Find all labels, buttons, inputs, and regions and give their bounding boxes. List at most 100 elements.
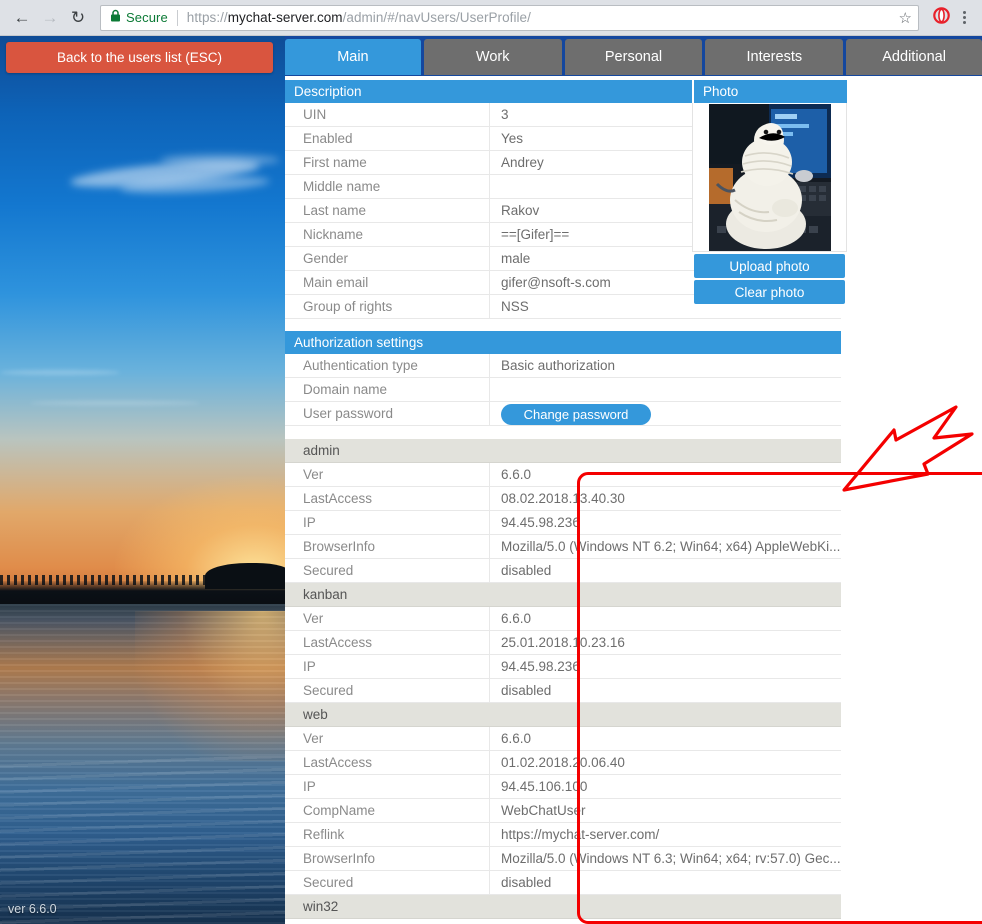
url-text: https://mychat-server.com/admin/#/navUse… (187, 10, 893, 25)
session-row-value: 6.6.0 (501, 611, 532, 626)
session-row-label: BrowserInfo (285, 847, 490, 870)
clear-photo-button[interactable]: Clear photo (694, 280, 845, 304)
background-ripples (0, 756, 285, 924)
session-row-label: LastAccess (285, 631, 490, 654)
session-row-value: 25.01.2018.10.23.16 (501, 635, 625, 650)
session-row-value: https://mychat-server.com/ (501, 827, 660, 842)
session-row-value: disabled (501, 563, 552, 578)
authorization-header: Authorization settings (285, 331, 841, 354)
opera-vpn-icon[interactable] (933, 6, 950, 29)
upload-photo-button[interactable]: Upload photo (694, 254, 845, 278)
user-password-row: User password Change password (285, 402, 841, 426)
reload-icon[interactable]: ↻ (64, 4, 92, 32)
table-row: Ver 6.6.0 (285, 463, 841, 487)
url-scheme: https:// (186, 10, 228, 25)
description-row-label: Middle name (285, 175, 490, 198)
version-label: ver 6.6.0 (8, 902, 57, 916)
change-password-button[interactable]: Change password (501, 403, 651, 425)
session-row-value: disabled (501, 683, 552, 698)
authorization-row-label: Authentication type (285, 354, 490, 377)
session-row-value: 94.45.98.236 (501, 659, 580, 674)
session-row-label: Ver (285, 727, 490, 750)
session-row-label: IP (285, 655, 490, 678)
table-row: Authentication type Basic authorization (285, 354, 841, 378)
table-row: Secured disabled (285, 559, 841, 583)
sidebar: Back to the users list (ESC) ver 6.6.0 (0, 36, 285, 924)
table-row: LastAccess 01.02.2018.20.06.40 (285, 751, 841, 775)
table-row: Reflink https://mychat-server.com/ (285, 823, 841, 847)
photo-frame (692, 103, 847, 252)
session-row-value: Mozilla/5.0 (Windows NT 6.2; Win64; x64)… (501, 539, 841, 554)
session-row-label: Secured (285, 871, 490, 894)
lock-icon (110, 9, 121, 27)
photo-header: Photo (692, 80, 847, 103)
star-icon[interactable]: ☆ (899, 9, 912, 27)
authorization-row-value (490, 378, 841, 401)
session-row-label: Secured (285, 559, 490, 582)
authorization-section: Authorization settings Authentication ty… (285, 331, 841, 426)
session-group-header: win32 (285, 895, 841, 919)
back-icon[interactable]: ← (8, 4, 36, 32)
authorization-table: Authentication type Basic authorization Do… (285, 354, 841, 402)
session-row-label: Secured (285, 679, 490, 702)
table-row: IP 94.45.106.100 (285, 775, 841, 799)
user-password-label: User password (285, 402, 490, 425)
session-row-label: IP (285, 775, 490, 798)
session-row-label: Ver (285, 607, 490, 630)
description-row-label: Group of rights (285, 295, 490, 318)
tab-main[interactable]: Main (285, 39, 421, 75)
session-row-label: BrowserInfo (285, 535, 490, 558)
description-row-label: Nickname (285, 223, 490, 246)
session-row-label: Ver (285, 463, 490, 486)
url-host: mychat-server.com (227, 10, 343, 25)
description-row-label: Last name (285, 199, 490, 222)
session-row-value: 6.6.0 (501, 467, 532, 482)
session-row-label: Reflink (285, 823, 490, 846)
tab-additional[interactable]: Additional (846, 39, 982, 75)
description-row-label: UIN (285, 103, 490, 126)
table-row: BrowserInfo Mozilla/5.0 (Windows NT 6.2; … (285, 535, 841, 559)
session-row-label: LastAccess (285, 487, 490, 510)
app-window: Back to the users list (ESC) ver 6.6.0 M… (0, 36, 982, 924)
table-row: LastAccess 08.02.2018.13.40.30 (285, 487, 841, 511)
table-row: Ver 6.6.0 (285, 607, 841, 631)
session-row-value: 01.02.2018.20.06.40 (501, 755, 625, 770)
table-row: IP 94.45.98.236 (285, 511, 841, 535)
sessions-section: admin Ver 6.6.0 LastAccess 08.02.2018.13.40.… (285, 439, 841, 919)
session-row-label: IP (285, 511, 490, 534)
photo-panel: Photo Upload photo Clear photo (692, 80, 847, 304)
secure-label: Secure (126, 10, 168, 25)
authorization-row-value: Basic authorization (501, 358, 616, 373)
table-row: Ver 6.6.0 (285, 727, 841, 751)
table-row: IP 94.45.98.236 (285, 655, 841, 679)
tab-work[interactable]: Work (423, 39, 562, 75)
session-group-header: kanban (285, 583, 841, 607)
user-avatar-photo (708, 103, 831, 251)
description-row-label: First name (285, 151, 490, 174)
table-row: Secured disabled (285, 871, 841, 895)
session-row-label: LastAccess (285, 751, 490, 774)
back-to-users-list-button[interactable]: Back to the users list (ESC) (6, 42, 273, 73)
table-row: LastAccess 25.01.2018.10.23.16 (285, 631, 841, 655)
browser-toolbar: ← → ↻ Secure https://mychat-server.com/a… (0, 0, 982, 36)
authorization-row-label: Domain name (285, 378, 490, 401)
description-row-label: Enabled (285, 127, 490, 150)
main-panel: Main Work Personal Interests Additional Desc… (285, 36, 982, 924)
session-row-value: Mozilla/5.0 (Windows NT 6.3; Win64; x64;… (501, 851, 841, 866)
session-row-value: WebChatUser (501, 803, 586, 818)
background-cloud (0, 370, 120, 375)
tab-interests[interactable]: Interests (705, 39, 844, 75)
tab-personal[interactable]: Personal (564, 39, 703, 75)
forward-icon[interactable]: → (36, 4, 64, 32)
profile-content: Description UIN 3 Enabled Yes First name Andr… (285, 76, 982, 924)
kebab-menu-icon[interactable] (956, 11, 972, 24)
background-cloud (160, 154, 280, 166)
address-bar[interactable]: Secure https://mychat-server.com/admin/#… (100, 4, 919, 31)
session-row-value: disabled (501, 875, 552, 890)
session-row-value: 94.45.98.236 (501, 515, 580, 530)
user-password-value: Change password (490, 402, 841, 425)
table-row: Domain name (285, 378, 841, 402)
table-row: Secured disabled (285, 679, 841, 703)
session-group-header: admin (285, 439, 841, 463)
table-row: CompName WebChatUser (285, 799, 841, 823)
